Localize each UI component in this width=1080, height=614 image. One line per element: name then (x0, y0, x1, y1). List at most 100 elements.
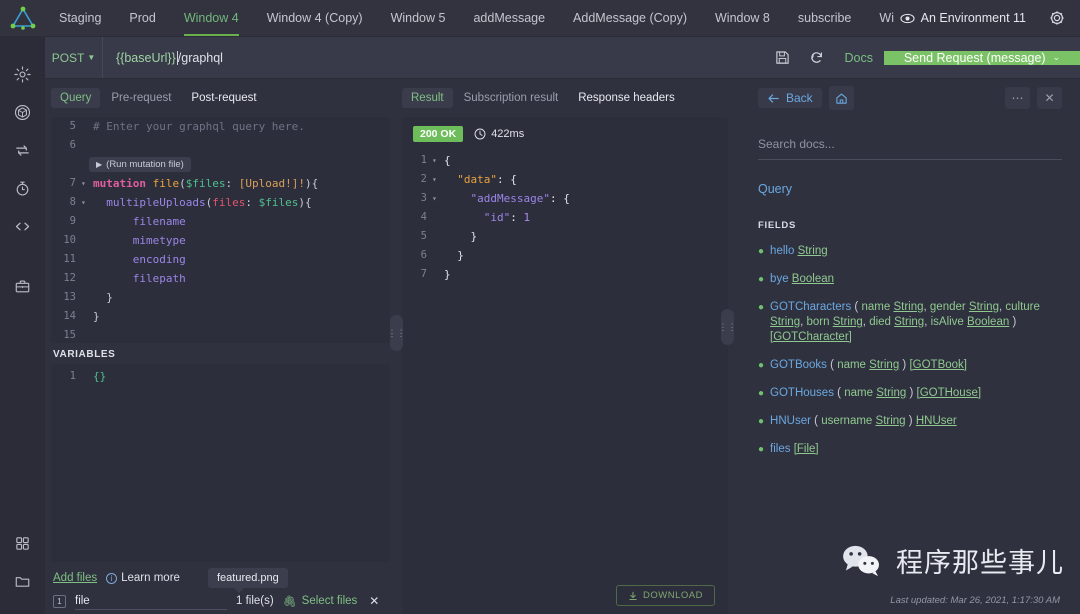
last-updated-label: Last updated: Mar 26, 2021, 1:17:30 AM (890, 595, 1060, 606)
result-docs-splitter[interactable]: ⋮⋮ (719, 309, 737, 345)
docs-pane: Back ⋯ ✕ Query F (740, 79, 1080, 614)
run-mutation-file-hint[interactable]: ▶ (Run mutation file) (89, 157, 191, 172)
send-request-button[interactable]: Send Request (message) ⌄ (884, 50, 1080, 65)
variables-label: VARIABLES (53, 349, 116, 360)
docs-field-name[interactable]: HNUser (770, 415, 811, 427)
tab-label: Prod (129, 11, 156, 25)
info-icon: i (106, 572, 118, 584)
tab-post-request[interactable]: Post-request (182, 88, 265, 108)
docs-field-type[interactable]: [GOTHouse] (917, 387, 982, 399)
docs-type-name[interactable]: Query (758, 182, 1062, 196)
tab-pre-request[interactable]: Pre-request (102, 88, 180, 108)
fold-arrow[interactable]: ▾ (432, 151, 441, 170)
rail-item-briefcase[interactable] (0, 267, 45, 305)
docs-field-body: GOTBooks ( name String ) [GOTBook] (770, 359, 967, 371)
tab-result[interactable]: Result (402, 87, 453, 108)
docs-field-type[interactable]: [GOTCharacter] (770, 331, 852, 343)
rail-item-sun-burst[interactable] (0, 55, 45, 93)
docs-field-type[interactable]: [GOTBook] (909, 359, 967, 371)
line-number: 1 (420, 154, 427, 166)
code-line: 6 } (402, 246, 728, 265)
code-line: 12 filepath (51, 269, 390, 288)
reload-schema-button[interactable] (800, 37, 834, 79)
fold-arrow[interactable]: ▾ (432, 170, 441, 189)
docs-field-name[interactable]: GOTBooks (770, 359, 827, 371)
fold-arrow[interactable]: ▾ (432, 189, 441, 208)
fold-arrow (81, 231, 90, 250)
docs-field-name[interactable]: bye (770, 273, 789, 285)
tab-window-5[interactable]: Window 5 (377, 0, 460, 36)
tab-prod[interactable]: Prod (115, 0, 169, 36)
code-line: 5 # Enter your graphql query here. (51, 117, 390, 136)
variables-editor[interactable]: 1 {} (51, 364, 390, 562)
tab-response-headers[interactable]: Response headers (569, 88, 684, 108)
docs-button[interactable]: Docs (834, 51, 884, 65)
tab-wi[interactable]: Wi (865, 0, 898, 36)
file-variable-name-input[interactable] (75, 592, 227, 610)
docs-field-gothouses: ● GOTHouses ( name String ) [GOTHouse] (758, 386, 1062, 401)
file-row-index: 1 (53, 594, 66, 608)
docs-field-type[interactable]: String (798, 245, 828, 257)
docs-field-name[interactable]: hello (770, 245, 794, 257)
fold-arrow[interactable]: ▾ (81, 174, 90, 193)
fold-arrow (81, 326, 90, 343)
settings-button[interactable] (1034, 0, 1080, 36)
fold-arrow (81, 250, 90, 269)
sync-icon (16, 144, 29, 156)
query-tabs: Query Pre-request Post-request (45, 84, 396, 111)
tab-label: Window 4 (183, 11, 239, 25)
panes-row: Query Pre-request Post-request 5 # Enter … (45, 79, 1080, 614)
rail-item-stopwatch[interactable] (0, 169, 45, 207)
rail-item-apps-grid[interactable] (0, 524, 45, 562)
learn-more-label: Learn more (121, 572, 180, 584)
save-request-button[interactable] (766, 37, 800, 79)
tab-window-8[interactable]: Window 8 (701, 0, 784, 36)
rail-item-code[interactable] (0, 207, 45, 245)
learn-more-link[interactable]: i Learn more (106, 572, 180, 584)
tab-addmessage[interactable]: addMessage (459, 0, 559, 36)
query-editor[interactable]: 5 # Enter your graphql query here. 6 ▶ (Ru… (51, 117, 390, 343)
url-input[interactable]: {{baseUrl}}/graphql (103, 37, 766, 78)
docs-fields-heading: FIELDS (758, 220, 796, 231)
tab-staging[interactable]: Staging (45, 0, 115, 36)
url-actions: Docs Send Request (message) ⌄ (766, 37, 1080, 78)
docs-home-button[interactable] (828, 86, 854, 110)
select-files-button[interactable]: 🖇 Select files (283, 595, 358, 608)
docs-field-body: GOTHouses ( name String ) [GOTHouse] (770, 387, 982, 399)
query-result-splitter[interactable]: ⋮⋮ (388, 315, 406, 351)
docs-field-name[interactable]: files (770, 443, 790, 455)
fold-arrow[interactable]: ▾ (81, 193, 90, 212)
docs-search-input[interactable] (758, 129, 1062, 160)
rail-item-sync[interactable] (0, 131, 45, 169)
docs-more-button[interactable]: ⋯ (1005, 87, 1030, 109)
tab-label: AddMessage (Copy) (573, 11, 687, 25)
tab-subscription-result[interactable]: Subscription result (455, 88, 568, 108)
environment-selector[interactable]: An Environment 11 (900, 0, 1034, 36)
docs-field-name[interactable]: GOTHouses (770, 387, 834, 399)
tab-label: Window 4 (Copy) (266, 11, 363, 25)
rail-item-box[interactable] (0, 93, 45, 131)
add-files-link[interactable]: Add files (53, 572, 97, 584)
docs-field-type[interactable]: Boolean (792, 273, 834, 285)
code-line: 1 ▾{ (402, 151, 728, 170)
docs-close-button[interactable]: ✕ (1037, 87, 1062, 109)
docs-field-name[interactable]: GOTCharacters (770, 301, 851, 313)
docs-field-type[interactable]: [File] (794, 443, 819, 455)
docs-field-body: HNUser ( username String ) HNUser (770, 415, 957, 427)
download-response-button[interactable]: DOWNLOAD (616, 585, 715, 606)
docs-field-type[interactable]: HNUser (916, 415, 957, 427)
rail-item-folder[interactable] (0, 562, 45, 600)
docs-back-button[interactable]: Back (758, 88, 822, 108)
gear-icon (1049, 10, 1065, 26)
tab-window-4-copy[interactable]: Window 4 (Copy) (253, 0, 377, 36)
tab-window-4[interactable]: Window 4 (170, 0, 253, 36)
docs-header: Back ⋯ ✕ (758, 79, 1062, 117)
docs-field-gotcharacters: ● GOTCharacters ( name String, gender St… (758, 300, 1062, 345)
remove-file-variable-button[interactable]: ✕ (366, 594, 379, 608)
tab-subscribe[interactable]: subscribe (784, 0, 866, 36)
docs-field-gotbooks: ● GOTBooks ( name String ) [GOTBook] (758, 358, 1062, 373)
tab-query[interactable]: Query (51, 87, 101, 108)
top-tab-bar: Staging Prod Window 4 Window 4 (Copy) Wi… (0, 0, 1080, 37)
http-method-select[interactable]: POST ▼ (45, 37, 103, 78)
tab-addmessage-copy[interactable]: AddMessage (Copy) (559, 0, 701, 36)
